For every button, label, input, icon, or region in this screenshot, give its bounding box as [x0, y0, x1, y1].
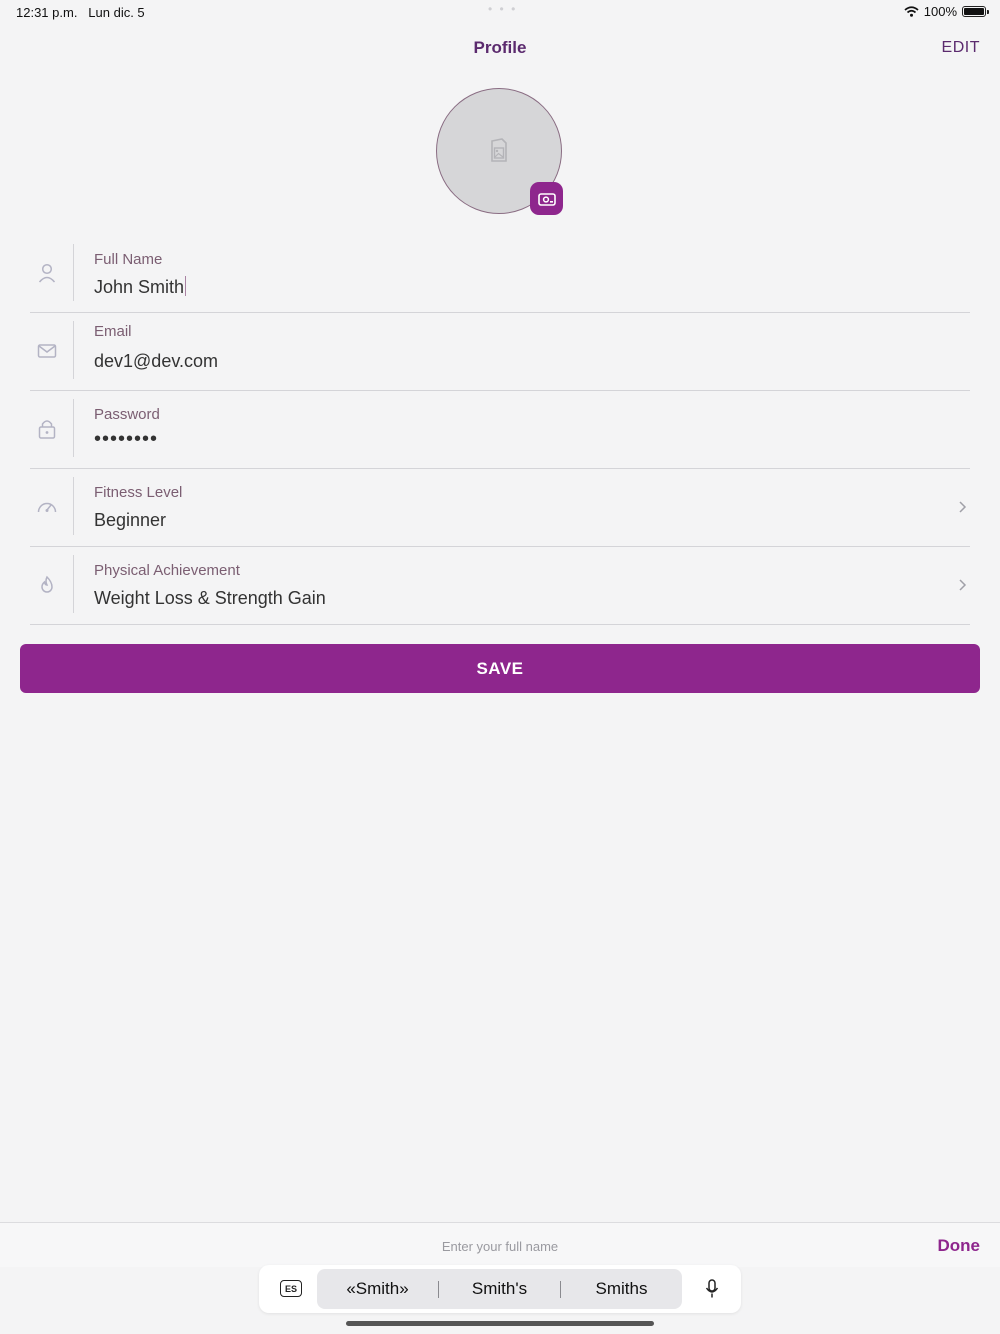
- password-label: Password: [94, 406, 160, 423]
- password-field[interactable]: Password ••••••••: [30, 390, 970, 469]
- physical-achievement-value: Weight Loss & Strength Gain: [94, 588, 326, 608]
- status-indicators: 100%: [904, 4, 989, 19]
- page-title: Profile: [473, 38, 527, 57]
- email-field[interactable]: Email dev1@dev.com: [30, 312, 970, 391]
- battery-percent: 100%: [923, 4, 957, 19]
- speedometer-icon: [34, 494, 60, 520]
- user-icon: [34, 260, 60, 286]
- suggestion-item[interactable]: Smiths: [561, 1279, 682, 1299]
- chevron-right-icon: [959, 579, 967, 591]
- physical-achievement-field[interactable]: Physical Achievement Weight Loss & Stren…: [30, 546, 970, 625]
- language-switch-key[interactable]: ES: [280, 1280, 302, 1297]
- chevron-right-icon: [959, 501, 967, 513]
- fitness-level-field[interactable]: Fitness Level Beginner: [30, 468, 970, 547]
- wifi-icon: [904, 6, 919, 17]
- email-input[interactable]: dev1@dev.com: [94, 351, 218, 372]
- change-photo-button[interactable]: [530, 182, 563, 215]
- predictive-text-bar: ES «Smith» Smith's Smiths: [259, 1265, 741, 1313]
- suggestions: «Smith» Smith's Smiths: [317, 1269, 682, 1309]
- multitasking-dots: • • •: [488, 2, 518, 16]
- text-caret: [185, 276, 187, 296]
- lock-icon: [34, 416, 60, 442]
- edit-button[interactable]: EDIT: [942, 39, 980, 57]
- email-label: Email: [94, 323, 132, 340]
- camera-icon: [537, 192, 556, 206]
- done-button[interactable]: Done: [938, 1236, 981, 1256]
- fitness-level-value: Beginner: [94, 510, 167, 530]
- field-divider: [73, 477, 74, 535]
- mail-icon: [34, 338, 60, 364]
- dictation-button[interactable]: [705, 1279, 719, 1304]
- full-name-field[interactable]: Full Name John Smith: [30, 244, 970, 313]
- save-button[interactable]: SAVE: [20, 644, 980, 693]
- flame-icon: [34, 572, 60, 598]
- image-placeholder-icon: [491, 138, 507, 162]
- keyboard-field-hint: Enter your full name: [441, 1239, 559, 1254]
- password-input[interactable]: ••••••••: [94, 428, 158, 451]
- full-name-label: Full Name: [94, 251, 163, 268]
- full-name-input[interactable]: John Smith: [94, 276, 187, 298]
- keyboard-accessory-toolbar: Enter your full name Done: [0, 1222, 1000, 1267]
- status-time-date: 12:31 p.m. Lun dic. 5: [16, 5, 145, 20]
- fitness-level-label: Fitness Level: [94, 484, 183, 501]
- field-divider: [73, 555, 74, 613]
- battery-icon: [962, 6, 989, 17]
- status-bar: 12:31 p.m. Lun dic. 5 • • • 100%: [0, 0, 1000, 24]
- suggestion-item[interactable]: Smith's: [439, 1279, 560, 1299]
- home-indicator[interactable]: [346, 1321, 654, 1326]
- suggestion-item[interactable]: «Smith»: [317, 1279, 438, 1299]
- field-divider: [73, 244, 74, 301]
- microphone-icon: [705, 1279, 719, 1298]
- physical-achievement-label: Physical Achievement: [94, 562, 240, 579]
- field-divider: [73, 399, 74, 457]
- field-divider: [73, 321, 74, 379]
